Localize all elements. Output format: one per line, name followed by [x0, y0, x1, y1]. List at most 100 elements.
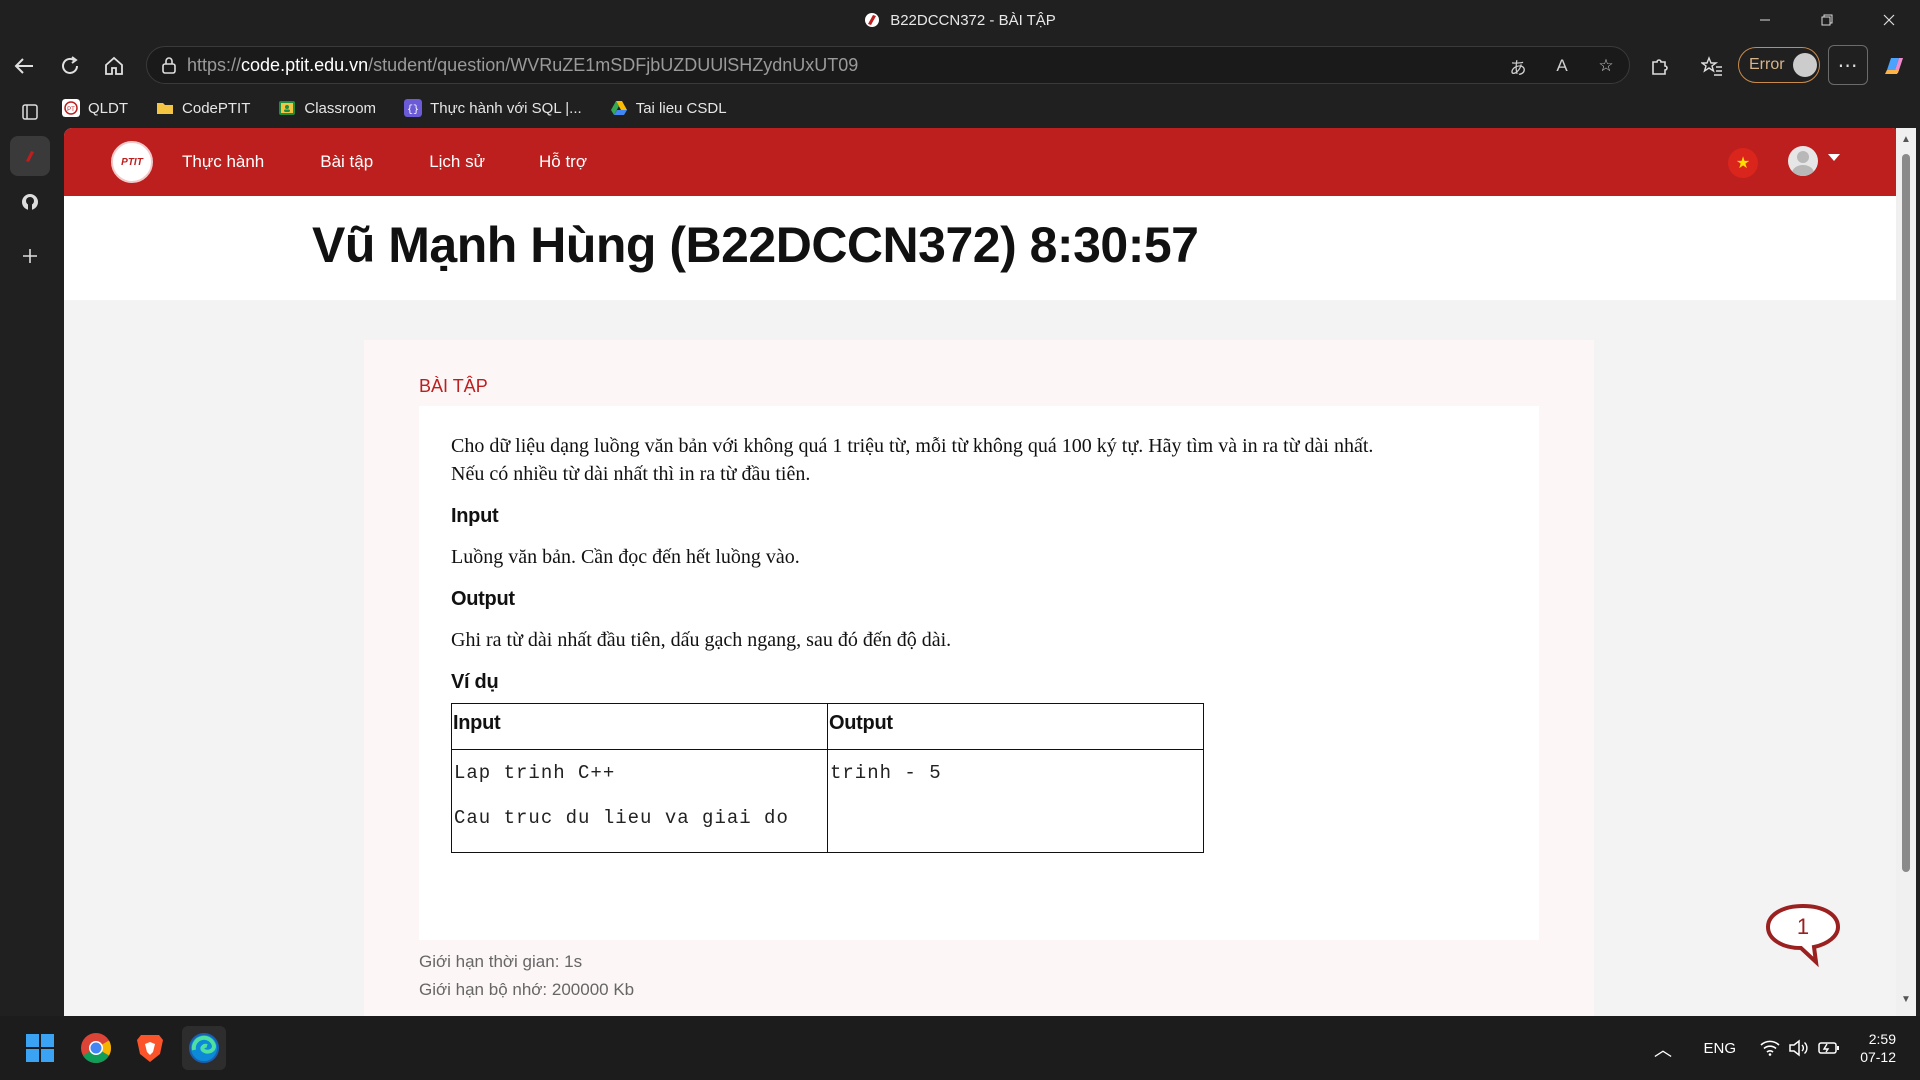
- example-output-line: trinh - 5: [830, 762, 942, 784]
- battery-icon[interactable]: [1818, 1040, 1840, 1056]
- start-button[interactable]: [18, 1026, 62, 1070]
- tab-title: B22DCCN372 - BÀI TẬP: [890, 11, 1056, 29]
- chrome-icon: [81, 1033, 112, 1064]
- input-heading: Input: [451, 505, 499, 527]
- bookmark-tai-lieu-csdl[interactable]: Tai lieu CSDL: [610, 99, 727, 117]
- chat-badge-count: 1: [1797, 914, 1809, 939]
- edge-app[interactable]: [182, 1026, 226, 1070]
- bookmark-codeptit[interactable]: CodePTIT: [156, 99, 250, 117]
- ptit-favicon-icon: PT: [62, 99, 80, 117]
- site-header: PTIT Thực hành Bài tập Lịch sử Hỗ trợ ★: [64, 128, 1900, 196]
- minimize-button[interactable]: [1734, 0, 1796, 40]
- system-clock[interactable]: 2:59 07-12: [1860, 1030, 1896, 1066]
- new-tab-button[interactable]: [10, 236, 50, 276]
- ptit-tab-icon: [23, 149, 37, 163]
- settings-more-button[interactable]: ⋯: [1828, 45, 1868, 85]
- chevron-down-icon[interactable]: [1828, 154, 1840, 161]
- browser-vertical-sidebar: [0, 90, 60, 1016]
- user-avatar[interactable]: [1788, 146, 1818, 176]
- problem-card: BÀI TẬP Cho dữ liệu dạng luồng văn bản v…: [364, 340, 1594, 1016]
- classroom-icon: [279, 101, 296, 115]
- chrome-app[interactable]: [74, 1026, 118, 1070]
- reload-icon: [62, 56, 78, 74]
- active-tab-item[interactable]: [10, 136, 50, 176]
- home-icon: [105, 56, 123, 75]
- back-arrow-icon: [14, 58, 33, 74]
- chat-bubble-button[interactable]: 1: [1764, 902, 1842, 968]
- close-button[interactable]: [1858, 0, 1920, 40]
- volume-icon[interactable]: [1788, 1039, 1808, 1057]
- wifi-icon[interactable]: [1760, 1040, 1780, 1056]
- statement-paragraph: Cho dữ liệu dạng luồng văn bản với không…: [451, 435, 1374, 485]
- input-language[interactable]: ENG: [1703, 1040, 1736, 1057]
- profile-avatar: [1792, 53, 1817, 77]
- chevron-up-icon[interactable]: ︿: [1654, 1036, 1672, 1062]
- example-output-cell: trinh - 5: [827, 749, 1204, 853]
- brave-lion-icon: [137, 1035, 163, 1062]
- problem-statement: Cho dữ liệu dạng luồng văn bản với không…: [419, 406, 1539, 940]
- translate-icon[interactable]: あ: [1507, 55, 1529, 78]
- svg-text:{}: {}: [407, 104, 419, 116]
- lock-icon[interactable]: [159, 55, 179, 75]
- windows-logo-icon: [26, 1034, 54, 1062]
- limits: Giới hạn thời gian: 1s Giới hạn bộ nhớ: …: [419, 948, 634, 1004]
- svg-text:PT: PT: [67, 107, 75, 113]
- favorites-list-icon: [1701, 56, 1722, 76]
- memory-limit: Giới hạn bộ nhớ: 200000 Kb: [419, 980, 635, 999]
- brave-app[interactable]: [128, 1026, 172, 1070]
- restore-button[interactable]: [1796, 0, 1858, 40]
- profile-error-button[interactable]: Error: [1738, 47, 1820, 83]
- github-tab-item[interactable]: [10, 182, 50, 222]
- nav-bai-tap[interactable]: Bài tập: [320, 152, 373, 172]
- tab-actions-icon: [22, 104, 38, 120]
- scroll-thumb[interactable]: [1902, 154, 1910, 872]
- scroll-up-icon[interactable]: ▲: [1900, 134, 1912, 146]
- read-aloud-icon[interactable]: A: [1551, 55, 1573, 77]
- tab-actions-button[interactable]: [10, 92, 50, 132]
- section-label: BÀI TẬP: [419, 376, 488, 396]
- nav-thuc-hanh[interactable]: Thực hành: [182, 152, 264, 172]
- extensions-button[interactable]: [1642, 48, 1678, 84]
- page-scrollbar[interactable]: ▲ ▼: [1896, 128, 1916, 1016]
- google-drive-icon: [610, 101, 627, 115]
- webpage-viewport: PTIT Thực hành Bài tập Lịch sử Hỗ trợ ★ …: [64, 128, 1900, 1016]
- table-header-output: Output: [827, 703, 1204, 750]
- input-description: Luồng văn bản. Cần đọc đến hết luồng vào…: [451, 546, 800, 568]
- address-bar[interactable]: https://code.ptit.edu.vn/student/questio…: [146, 46, 1630, 84]
- bookmarks-bar: PT QLDT CodePTIT Classroom {} Thực hành …: [62, 90, 727, 126]
- plus-icon: [23, 249, 37, 263]
- url-text[interactable]: https://code.ptit.edu.vn/student/questio…: [187, 55, 858, 76]
- output-description: Ghi ra từ dài nhất đầu tiên, dấu gạch ng…: [451, 629, 952, 651]
- home-button[interactable]: [96, 48, 132, 84]
- puzzle-icon: [1652, 59, 1668, 75]
- edge-icon: [189, 1033, 219, 1063]
- time-limit: Giới hạn thời gian: 1s: [419, 952, 583, 971]
- site-logo[interactable]: PTIT: [111, 141, 153, 183]
- copilot-button[interactable]: [1876, 48, 1912, 84]
- taskbar: ︿ ENG 2:59 07-12: [0, 1016, 1920, 1080]
- main-nav: Thực hành Bài tập Lịch sử Hỗ trợ: [182, 128, 587, 196]
- example-input-cell: Lap trinh C++ Cau truc du lieu va giai d…: [451, 749, 828, 853]
- bookmark-qldt[interactable]: PT QLDT: [62, 99, 128, 117]
- profile-status-label: Error: [1749, 56, 1785, 73]
- table-row: Lap trinh C++ Cau truc du lieu va giai d…: [451, 749, 1204, 853]
- bookmark-sql[interactable]: {} Thực hành với SQL |...: [404, 99, 582, 117]
- vietnam-flag-icon[interactable]: ★: [1728, 148, 1758, 178]
- favorite-star-icon[interactable]: ☆: [1595, 55, 1617, 77]
- browser-title-bar: B22DCCN372 - BÀI TẬP: [0, 0, 1920, 40]
- window-title: B22DCCN372 - BÀI TẬP: [864, 12, 1056, 29]
- chat-bubble-icon: 1: [1765, 903, 1841, 968]
- favorites-button[interactable]: [1694, 48, 1730, 84]
- output-heading: Output: [451, 588, 515, 610]
- back-button[interactable]: [6, 48, 42, 84]
- user-name-timer: Vũ Mạnh Hùng (B22DCCN372) 8:30:57: [312, 217, 1199, 273]
- user-info-band: Vũ Mạnh Hùng (B22DCCN372) 8:30:57: [64, 196, 1900, 300]
- folder-icon: [157, 103, 174, 114]
- nav-lich-su[interactable]: Lịch sử: [429, 152, 485, 172]
- bookmark-classroom[interactable]: Classroom: [278, 99, 376, 117]
- example-input-line: Cau truc du lieu va giai do: [454, 807, 789, 829]
- reload-button[interactable]: [52, 48, 88, 84]
- site-favicon-icon: [865, 13, 880, 27]
- scroll-down-icon[interactable]: ▼: [1900, 994, 1912, 1006]
- nav-ho-tro[interactable]: Hỗ trợ: [539, 152, 587, 172]
